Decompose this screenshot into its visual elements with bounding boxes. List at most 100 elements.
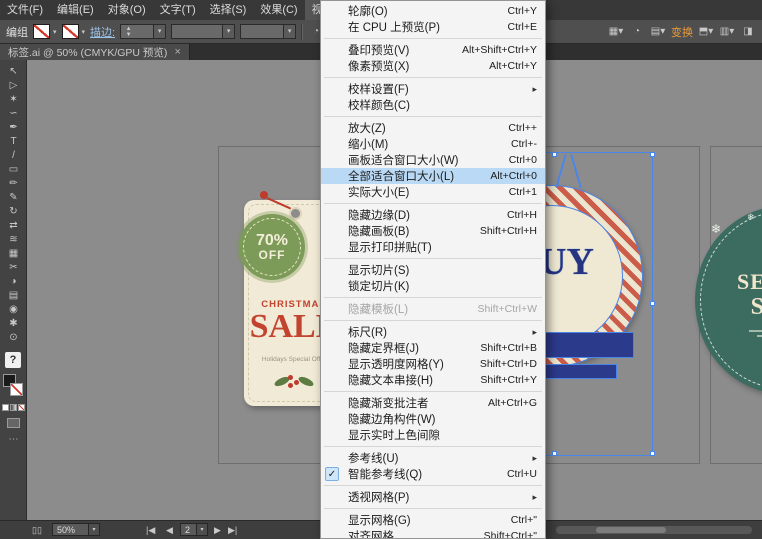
edit-toolbar-icon[interactable]: ⋯ [0, 434, 27, 445]
blend-tool[interactable]: ◉ [0, 303, 27, 317]
artboard-nav-combo[interactable]: 2 ▾ [180, 523, 208, 536]
zoom-combo[interactable]: 50% ▾ [52, 523, 100, 536]
rotate-tool[interactable]: ↻ [0, 205, 27, 219]
align-panel-icon[interactable]: ▦▾ [608, 24, 624, 40]
anchor-point[interactable] [650, 152, 655, 157]
view-menu-item-3[interactable]: 叠印预览(V) Alt+Shift+Ctrl+Y [321, 42, 545, 58]
paintbrush-tool[interactable]: ✏ [0, 177, 27, 191]
fill-swatch[interactable] [33, 24, 50, 39]
pathfinder-icon[interactable]: ▤▾ [650, 24, 666, 40]
view-menu-item-11[interactable]: 画板适合窗口大小(W) Ctrl+0 [321, 152, 545, 168]
view-menu-item-13[interactable]: 实际大小(E) Ctrl+1 [321, 184, 545, 200]
control-divider [301, 23, 304, 40]
style-combo[interactable]: ▾ [240, 24, 297, 39]
menubar-item-edit[interactable]: 编辑(E) [50, 0, 101, 20]
tag-script-text: Merry [695, 254, 762, 270]
menubar-item-select[interactable]: 选择(S) [203, 0, 254, 20]
anchor-point[interactable] [650, 301, 655, 306]
transform-link[interactable]: 变换 [671, 24, 693, 40]
menubar-item-effect[interactable]: 效果(C) [253, 0, 304, 20]
view-menu-item-27[interactable]: 隐藏文本串接(H) Shift+Ctrl+Y [321, 372, 545, 388]
brush-definition-combo[interactable]: ▾ [171, 24, 236, 39]
view-menu-item-20[interactable]: 锁定切片(K) [321, 278, 545, 294]
stroke-panel-link[interactable]: 描边: [90, 24, 115, 40]
last-artboard-button[interactable]: ▶| [228, 523, 237, 537]
anchor-point[interactable] [552, 451, 557, 456]
view-menu-item-25[interactable]: 隐藏定界框(J) Shift+Ctrl+B [321, 340, 545, 356]
anchor-point[interactable] [552, 152, 557, 157]
first-artboard-button[interactable]: |◀ [146, 523, 155, 537]
stroke-swatch[interactable] [61, 24, 79, 39]
prev-artboard-button[interactable]: ◀ [166, 523, 173, 537]
lasso-tool[interactable]: ∽ [0, 107, 27, 121]
mesh-tool[interactable]: ▤ [0, 289, 27, 303]
stroke-dropdown-icon[interactable]: ▾ [82, 28, 86, 36]
view-menu-item-30[interactable]: 隐藏边角构件(W) [321, 411, 545, 427]
isolate-icon[interactable]: ◔ [629, 24, 645, 40]
shape-options-icon[interactable]: ⬒▾ [698, 24, 714, 40]
horizontal-scrollbar[interactable] [556, 526, 752, 534]
zoom-dropdown-icon[interactable]: ▾ [88, 524, 99, 535]
gradient-button[interactable] [10, 404, 17, 411]
next-artboard-button[interactable]: ▶ [214, 523, 221, 537]
artboard-dropdown-icon[interactable]: ▾ [196, 524, 207, 535]
anchor-point[interactable] [650, 451, 655, 456]
stroke-weight-dropdown-icon[interactable]: ▾ [153, 25, 166, 38]
selection-tool[interactable]: ↖ [0, 65, 27, 79]
view-menu-item-12[interactable]: 全部适合窗口大小(L) Alt+Ctrl+0 [321, 168, 545, 184]
view-menu-item-4[interactable]: 像素预览(X) Alt+Ctrl+Y [321, 58, 545, 74]
rectangle-tool[interactable]: ▭ [0, 163, 27, 177]
view-menu-item-1[interactable]: 在 CPU 上预览(P) Ctrl+E [321, 19, 545, 35]
zoom-tool[interactable]: ⊙ [0, 331, 27, 345]
document-tab[interactable]: 标签.ai @ 50% (CMYK/GPU 预览) × [0, 44, 190, 60]
draw-mode-button[interactable] [7, 418, 20, 428]
shape-builder-tool[interactable]: ▦ [0, 247, 27, 261]
none-button[interactable] [18, 404, 25, 411]
brush-dropdown-icon[interactable]: ▾ [222, 25, 235, 38]
settings-icon[interactable]: ◨ [740, 24, 756, 40]
gradient-tool[interactable]: ◑ [0, 275, 27, 289]
view-menu-item-33[interactable]: 参考线(U) ▸ [321, 450, 545, 466]
view-menu-item-7[interactable]: 校样颜色(C) [321, 97, 545, 113]
view-menu-item-9[interactable]: 放大(Z) Ctrl++ [321, 120, 545, 136]
type-tool[interactable]: T [0, 135, 27, 149]
view-menu-item-0[interactable]: 轮廓(O) Ctrl+Y [321, 3, 545, 19]
menubar-item-file[interactable]: 文件(F) [0, 0, 50, 20]
view-menu-item-36[interactable]: 透视网格(P) ▸ [321, 489, 545, 505]
scissors-tool[interactable]: ✂ [0, 261, 27, 275]
stroke-weight-combo[interactable]: ▲ ▼ ▾ [120, 24, 167, 39]
view-menu-item-34[interactable]: ✓ 智能参考线(Q) Ctrl+U [321, 466, 545, 482]
view-menu-item-6[interactable]: 校样设置(F) ▸ [321, 81, 545, 97]
view-menu-item-19[interactable]: 显示切片(S) [321, 262, 545, 278]
stroke-color-chip[interactable] [10, 383, 23, 396]
view-menu-item-38[interactable]: 显示网格(G) Ctrl+" [321, 512, 545, 528]
close-tab-icon[interactable]: × [174, 46, 180, 58]
menubar-item-type[interactable]: 文字(T) [153, 0, 203, 20]
view-menu-item-31[interactable]: 显示实时上色间隙 [321, 427, 545, 443]
pen-tool[interactable]: ✒ [0, 121, 27, 135]
arrange-icon[interactable]: ▥▾ [719, 24, 735, 40]
view-menu-item-24[interactable]: 标尺(R) ▸ [321, 324, 545, 340]
style-dropdown-icon[interactable]: ▾ [283, 25, 296, 38]
view-menu-item-10[interactable]: 缩小(M) Ctrl+- [321, 136, 545, 152]
magic-wand-tool[interactable]: ✶ [0, 93, 27, 107]
view-menu-item-15[interactable]: 隐藏边缘(D) Ctrl+H [321, 207, 545, 223]
pencil-tool[interactable]: ✎ [0, 191, 27, 205]
view-menu-item-39[interactable]: 对齐网格 Shift+Ctrl+" [321, 528, 545, 538]
view-menu-item-16[interactable]: 隐藏画板(B) Shift+Ctrl+H [321, 223, 545, 239]
scrollbar-thumb[interactable] [596, 527, 666, 533]
symbol-sprayer-tool[interactable]: ✱ [0, 317, 27, 331]
view-menu-item-26[interactable]: 显示透明度网格(Y) Shift+Ctrl+D [321, 356, 545, 372]
direct-selection-tool[interactable]: ▷ [0, 79, 27, 93]
view-menu-item-17[interactable]: 显示打印拼贴(T) [321, 239, 545, 255]
line-segment-tool[interactable]: / [0, 149, 27, 163]
stroke-weight-stepper[interactable]: ▲ ▼ [124, 26, 133, 38]
width-tool[interactable]: ≋ [0, 233, 27, 247]
help-icon[interactable]: ? [5, 352, 21, 368]
view-menu-item-29[interactable]: 隐藏渐变批注者 Alt+Ctrl+G [321, 395, 545, 411]
color-button[interactable] [2, 404, 9, 411]
fill-dropdown-icon[interactable]: ▾ [53, 28, 57, 36]
menubar-item-object[interactable]: 对象(O) [101, 0, 153, 20]
scale-tool[interactable]: ⇄ [0, 219, 27, 233]
season-sale-tag-artwork[interactable]: ❄ ❄ Merry SEASON SALE [695, 206, 762, 394]
